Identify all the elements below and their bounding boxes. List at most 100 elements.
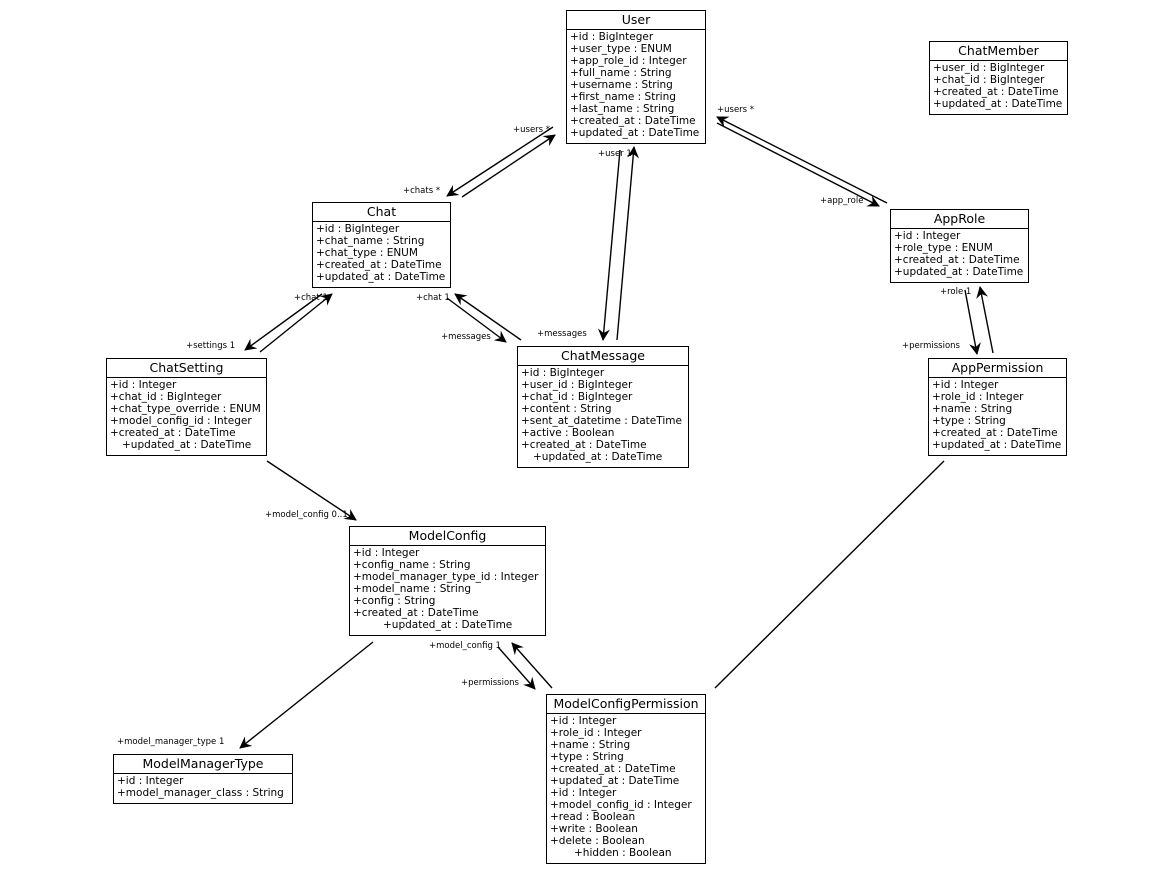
label-chat: +chat 1 [294,293,328,303]
attribute: +updated_at : DateTime [383,619,513,631]
attribute: +delete : Boolean [550,835,645,847]
assoc-user-to-chatmessage [598,149,621,341]
label-permissions: +permissions [902,341,960,351]
attribute: +chat_name : String [316,235,425,247]
attribute: +created_at : DateTime [550,763,676,775]
attribute: +created_at : DateTime [933,86,1059,98]
attribute: +user_id : BigInteger [521,379,633,391]
class-title: ModelConfig [350,527,545,546]
attribute-list: +user_id : BigInteger +chat_id : BigInte… [930,61,1067,112]
attribute: +created_at : DateTime [570,115,696,127]
attribute: +model_config_id : Integer [110,415,252,427]
attribute: +read : Boolean [550,811,636,823]
attribute: +user_id : BigInteger [933,62,1045,74]
attribute-list: +id : Integer +chat_id : BigInteger +cha… [107,378,266,453]
attribute: +updated_at : DateTime [122,439,252,451]
class-title: ModelConfigPermission [547,695,705,714]
class-title: ChatMessage [518,347,688,366]
label-model-config: +model_config 1 [429,641,501,651]
attribute: +name : String [932,403,1013,415]
label-settings: +settings 1 [186,341,236,351]
attribute: +id : Integer [550,787,617,799]
label-messages: +messages [441,332,491,342]
attribute: +type : String [550,751,624,763]
class-app-permission[interactable]: AppPermission +id : Integer +role_id : I… [928,358,1067,456]
assoc-chat-to-user [461,134,556,198]
class-chat[interactable]: Chat +id : BigInteger +chat_name : Strin… [312,202,451,288]
assoc-user-to-approle [716,122,880,207]
attribute: +config : String [353,595,436,607]
label-role: +role 1 [940,287,972,297]
class-title: AppPermission [929,359,1066,378]
attribute: +username : String [570,79,673,91]
attribute: +role_id : Integer [550,727,642,739]
attribute: +name : String [550,739,631,751]
attribute: +created_at : DateTime [316,259,442,271]
class-title: ModelManagerType [114,755,292,774]
label-app-role: +app_role [820,196,864,206]
class-model-config[interactable]: ModelConfig +id : Integer +config_name :… [349,526,546,636]
attribute: +id : Integer [110,379,177,391]
class-chat-message[interactable]: ChatMessage +id : BigInteger +user_id : … [517,346,689,468]
attribute: +id : Integer [894,230,961,242]
attribute-list: +id : Integer +role_type : ENUM +created… [891,229,1028,280]
class-title: User [567,11,705,30]
assoc-apppermission-mcpermission [714,460,945,689]
attribute: +id : BigInteger [570,31,654,43]
attribute: +updated_at : DateTime [316,271,446,283]
attribute: +id : Integer [353,547,420,559]
attribute: +updated_at : DateTime [932,439,1062,451]
attribute: +config_name : String [353,559,471,571]
attribute: +id : BigInteger [316,223,400,235]
class-app-role[interactable]: AppRole +id : Integer +role_type : ENUM … [890,209,1029,283]
class-model-config-permission[interactable]: ModelConfigPermission +id : Integer +rol… [546,694,706,864]
attribute: +write : Boolean [550,823,638,835]
attribute: +role_type : ENUM [894,242,993,254]
attribute-list: +id : Integer +role_id : Integer +name :… [929,378,1066,453]
label-model-config: +model_config 0..1 [265,510,348,520]
attribute: +sent_at_datetime : DateTime [521,415,682,427]
attribute-list: +id : Integer +config_name : String +mod… [350,546,545,633]
attribute: +updated_at : DateTime [894,266,1024,278]
attribute: +id : Integer [550,715,617,727]
label-users: +users * [717,105,755,115]
attribute: +app_role_id : Integer [570,55,687,67]
attribute: +created_at : DateTime [932,427,1058,439]
assoc-modelconfig-to-modelmanagertype [239,641,374,749]
attribute: +type : String [932,415,1006,427]
class-user[interactable]: User +id : BigInteger +user_type : ENUM … [566,10,706,144]
attribute: +created_at : DateTime [110,427,236,439]
attribute: +updated_at : DateTime [550,775,680,787]
class-chat-setting[interactable]: ChatSetting +id : Integer +chat_id : Big… [106,358,267,456]
attribute-list: +id : BigInteger +chat_name : String +ch… [313,222,450,285]
attribute: +last_name : String [570,103,675,115]
class-model-manager-type[interactable]: ModelManagerType +id : Integer +model_ma… [113,754,293,804]
attribute: +model_name : String [353,583,472,595]
attribute: +updated_at : DateTime [570,127,700,139]
attribute: +chat_id : BigInteger [933,74,1045,86]
assoc-approle-to-apppermission [964,289,981,355]
class-title: ChatSetting [107,359,266,378]
class-title: ChatMember [930,42,1067,61]
label-model-manager-type: +model_manager_type 1 [117,737,225,747]
attribute: +created_at : DateTime [521,439,647,451]
label-permissions: +permissions [461,678,519,688]
attribute: +full_name : String [570,67,672,79]
assoc-user-to-chat [446,126,554,197]
class-title: AppRole [891,210,1028,229]
attribute: +first_name : String [570,91,676,103]
attribute-list: +id : BigInteger +user_id : BigInteger +… [518,366,688,465]
class-chat-member[interactable]: ChatMember +user_id : BigInteger +chat_i… [929,41,1068,115]
attribute: +role_id : Integer [932,391,1024,403]
attribute: +hidden : Boolean [574,847,672,859]
attribute-list: +id : Integer +role_id : Integer +name :… [547,714,705,861]
attribute: +chat_id : BigInteger [521,391,633,403]
label-chat: +chat 1 [416,293,450,303]
assoc-apppermission-to-approle [976,286,994,354]
class-title: Chat [313,203,450,222]
attribute: +id : Integer [932,379,999,391]
attribute: +content : String [521,403,612,415]
label-users: +users * [513,125,551,135]
assoc-approle-to-user [716,116,888,204]
label-chats: +chats * [403,186,441,196]
